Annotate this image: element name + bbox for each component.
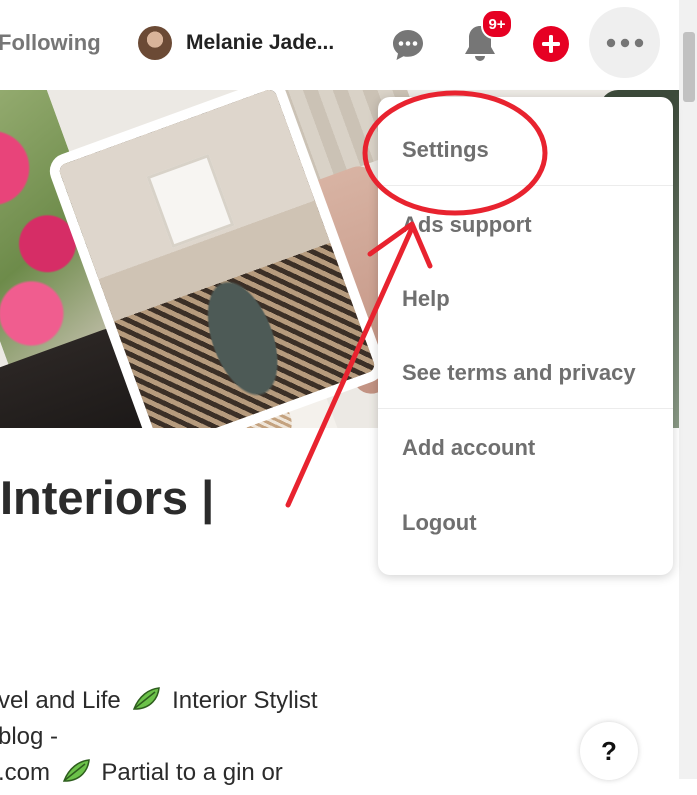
bio-text: Partial to a gin or — [101, 759, 283, 786]
more-icon[interactable] — [589, 7, 660, 78]
following-tab[interactable]: Following — [0, 30, 101, 56]
username-link[interactable]: Melanie Jade... — [186, 31, 334, 55]
menu-item-ads-support[interactable]: Ads support — [402, 212, 532, 238]
notification-badge: 9+ — [481, 9, 513, 39]
menu-item-terms-privacy[interactable]: See terms and privacy — [402, 360, 636, 386]
menu-item-add-account[interactable]: Add account — [402, 435, 535, 461]
profile-bio: vel and Life Interior Stylist blog - .co… — [0, 683, 317, 791]
chat-icon[interactable] — [388, 25, 428, 65]
leaf-emoji-icon — [61, 758, 91, 784]
avatar[interactable] — [138, 26, 172, 60]
menu-divider — [378, 408, 673, 409]
top-header: Following Melanie Jade... 9+ — [0, 0, 697, 90]
bio-text: Interior Stylist — [172, 687, 318, 714]
profile-title: Interiors | — [0, 471, 215, 524]
bio-text: blog - — [0, 723, 59, 750]
menu-item-settings[interactable]: Settings — [402, 137, 489, 163]
menu-item-logout[interactable]: Logout — [402, 510, 477, 536]
bio-text: vel and Life — [0, 687, 121, 714]
scrollbar-thumb[interactable] — [683, 32, 695, 102]
plus-icon[interactable] — [533, 26, 569, 62]
page-scrollbar[interactable] — [679, 0, 697, 779]
menu-item-help[interactable]: Help — [402, 286, 450, 312]
bio-link[interactable]: .com — [0, 759, 50, 786]
account-options-menu: Settings Ads support Help See terms and … — [378, 97, 673, 575]
leaf-emoji-icon — [131, 686, 161, 712]
menu-divider — [378, 185, 673, 186]
help-button[interactable]: ? — [580, 722, 638, 780]
